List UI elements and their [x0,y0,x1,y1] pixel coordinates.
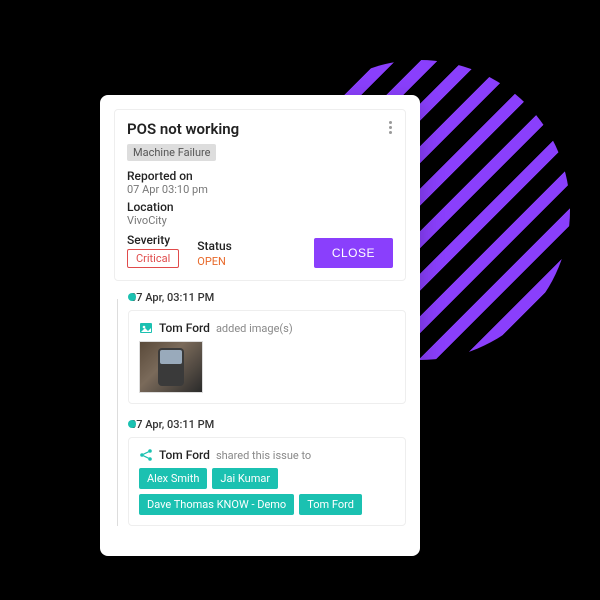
actor-name: Tom Ford [159,321,210,335]
attached-image-thumbnail[interactable] [139,341,203,393]
timeline-card: Tom Ford added image(s) [128,310,406,404]
reported-on-label: Reported on [127,169,393,183]
location-label: Location [127,200,393,214]
actor-name: Tom Ford [159,448,210,462]
timeline-item: 07 Apr, 03:11 PM Tom Ford shared this is… [128,418,406,526]
timeline-item: 07 Apr, 03:11 PM Tom Ford added image(s) [128,291,406,404]
more-menu-button[interactable] [381,118,399,136]
location-value: VivoCity [127,214,393,227]
timeline-dot-icon [128,420,136,428]
severity-label: Severity [127,233,179,247]
recipient-tag[interactable]: Tom Ford [299,494,362,515]
image-icon [139,321,153,335]
issue-title: POS not working [127,120,393,138]
timeline-time: 07 Apr, 03:11 PM [130,291,406,304]
close-button[interactable]: CLOSE [314,238,393,268]
issue-header: POS not working Machine Failure Reported… [114,109,406,281]
category-chip: Machine Failure [127,144,216,161]
recipient-tag[interactable]: Alex Smith [139,468,207,489]
recipient-tags: Alex Smith Jai Kumar Dave Thomas KNOW - … [139,468,395,515]
timeline-card: Tom Ford shared this issue to Alex Smith… [128,437,406,526]
recipient-tag[interactable]: Jai Kumar [212,468,278,489]
timeline-dot-icon [128,293,136,301]
reported-on-value: 07 Apr 03:10 pm [127,183,393,196]
timeline-time: 07 Apr, 03:11 PM [130,418,406,431]
activity-action: shared this issue to [216,449,311,462]
severity-badge: Critical [127,249,179,268]
issue-card: POS not working Machine Failure Reported… [100,95,420,556]
activity-action: added image(s) [216,322,293,335]
status-label: Status [197,239,232,253]
status-value: OPEN [197,255,232,268]
share-icon [139,448,153,462]
activity-timeline: 07 Apr, 03:11 PM Tom Ford added image(s)… [114,291,406,526]
recipient-tag[interactable]: Dave Thomas KNOW - Demo [139,494,294,515]
